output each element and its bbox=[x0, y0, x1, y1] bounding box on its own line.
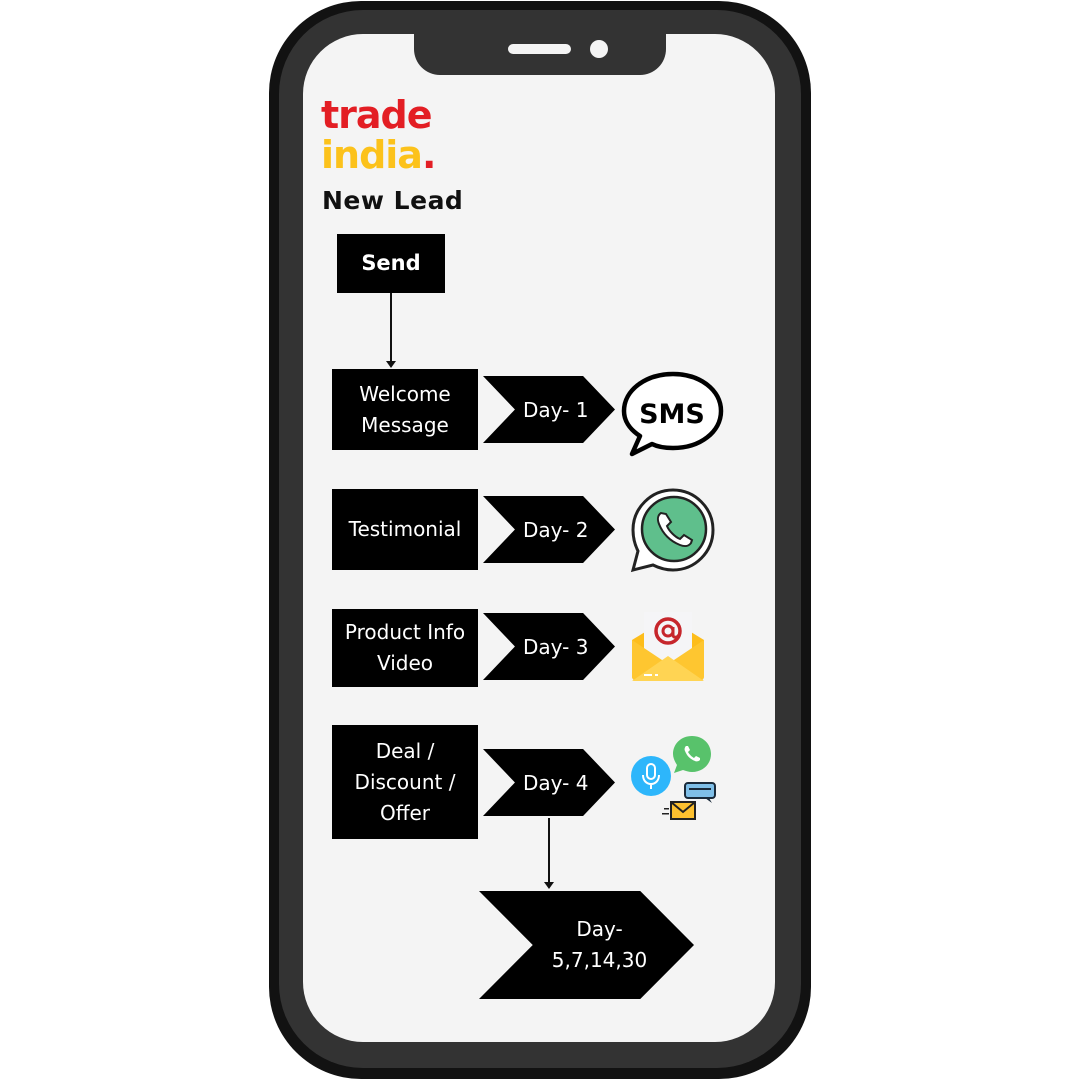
day-label: Day- 3 bbox=[523, 634, 589, 659]
email-icon bbox=[630, 610, 706, 684]
arrow-down-icon bbox=[544, 882, 554, 889]
action-line: Welcome bbox=[359, 381, 451, 406]
step-action-4: Deal / Discount / Offer bbox=[332, 725, 478, 839]
action-line: Message bbox=[361, 412, 449, 437]
send-label: Send bbox=[361, 251, 421, 275]
day-label: Day- 1 bbox=[523, 397, 589, 422]
send-node: Send bbox=[337, 234, 445, 293]
microphone-icon bbox=[631, 756, 671, 796]
connector-line bbox=[548, 818, 550, 882]
action-line: Deal / bbox=[375, 738, 435, 763]
mail-mini-icon bbox=[662, 801, 696, 820]
step-action-1: Welcome Message bbox=[332, 369, 478, 450]
logo-india: india. bbox=[321, 133, 436, 177]
action-line: Offer bbox=[379, 800, 431, 825]
whatsapp-icon bbox=[630, 487, 716, 573]
arrow-down-icon bbox=[386, 361, 396, 368]
page-title: New Lead bbox=[322, 186, 464, 215]
connector-line bbox=[390, 293, 392, 361]
logo-trade: trade bbox=[321, 93, 433, 137]
step-action-2: Testimonial bbox=[332, 489, 478, 570]
followup-line: Day- bbox=[576, 917, 623, 941]
followup-line: 5,7,14,30 bbox=[551, 948, 648, 972]
step-action-3: Product Info Video bbox=[332, 609, 478, 687]
action-line: Product Info bbox=[344, 620, 466, 644]
multichannel-icon bbox=[628, 733, 718, 825]
action-line: Testimonial bbox=[348, 517, 462, 541]
logo-dot: . bbox=[421, 133, 436, 177]
action-line: Discount / bbox=[354, 769, 456, 794]
sms-icon-text: SMS bbox=[639, 399, 705, 430]
day-label: Day- 4 bbox=[523, 770, 589, 795]
day-label: Day- 2 bbox=[523, 517, 589, 542]
whatsapp-mini-icon bbox=[673, 736, 711, 773]
chat-message-icon bbox=[684, 782, 716, 803]
camera-icon bbox=[590, 40, 608, 58]
action-line: Video bbox=[376, 651, 434, 675]
sms-bubble-icon: SMS bbox=[620, 368, 726, 460]
logo-india-text: india bbox=[321, 133, 423, 177]
speaker-icon bbox=[508, 44, 571, 54]
